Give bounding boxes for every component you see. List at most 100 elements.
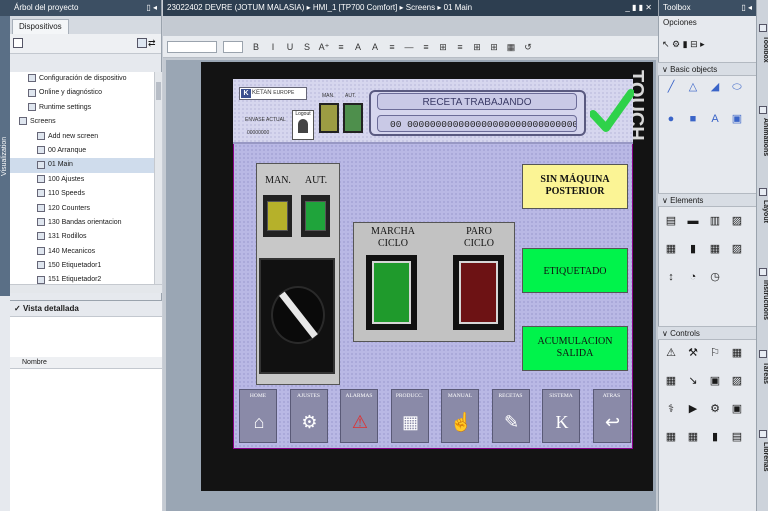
text-tool-icon[interactable]: A xyxy=(708,112,722,126)
bar-icon[interactable]: ▮ xyxy=(686,242,700,256)
symbol-library-icon[interactable]: ▨ xyxy=(730,242,744,256)
format-button[interactable]: A xyxy=(368,40,382,54)
symbolic-io-icon[interactable]: ▥ xyxy=(708,214,722,228)
polygon-tool-icon[interactable]: ◢ xyxy=(708,80,722,94)
format-button[interactable]: I xyxy=(266,40,280,54)
side-tab-3[interactable]: Instructions xyxy=(757,266,768,344)
tree-item[interactable]: Online y diagnóstico xyxy=(10,86,155,100)
size-select[interactable] xyxy=(223,41,243,53)
channel-diag-icon[interactable]: ▣ xyxy=(730,402,744,416)
tree-item[interactable]: 00 Arranque xyxy=(10,144,155,158)
detail-view-header[interactable]: ✓ Vista detallada xyxy=(10,301,162,317)
side-tab-0[interactable]: Toolbox xyxy=(757,22,768,100)
format-button[interactable]: A⁺ xyxy=(317,40,331,54)
tree-item[interactable]: 110 Speeds xyxy=(10,187,155,201)
circle-tool-icon[interactable]: ● xyxy=(664,112,678,126)
tree-item[interactable]: 151 Etiquetador2 xyxy=(10,273,155,284)
side-tab-1[interactable]: Animations xyxy=(757,104,768,182)
side-tab-2[interactable]: Layout xyxy=(757,186,768,264)
sin-maquina-button[interactable]: SIN MÁQUINA POSTERIOR xyxy=(522,164,628,209)
f-trend-icon[interactable]: ▦ xyxy=(664,430,678,444)
line-tool-icon[interactable]: ╱ xyxy=(664,80,678,94)
etiquetado-button[interactable]: ETIQUETADO xyxy=(522,248,628,293)
detail-column-name[interactable]: Nombre xyxy=(10,357,162,369)
nav-button-atras[interactable]: ATRAS ↩ xyxy=(592,389,631,443)
pdf-view-icon[interactable]: ▤ xyxy=(730,430,744,444)
format-button[interactable]: ⊞ xyxy=(470,40,484,54)
format-button[interactable]: S xyxy=(300,40,314,54)
trend-view-icon[interactable]: ⚒ xyxy=(686,346,700,360)
tree-item[interactable]: 130 Bandas orientacion xyxy=(10,216,155,230)
font-select[interactable] xyxy=(167,41,217,53)
nav-button-producc[interactable]: PRODUCC. ▦ xyxy=(390,389,429,443)
tree-item[interactable]: 01 Main xyxy=(10,158,155,173)
user-view-icon[interactable]: ⚐ xyxy=(708,346,722,360)
tree-vertical-scrollbar[interactable] xyxy=(154,72,162,284)
camera-icon[interactable]: ▮ xyxy=(708,430,722,444)
switch-tool-icon[interactable]: ▦ xyxy=(708,242,722,256)
format-button[interactable]: ↺ xyxy=(521,40,535,54)
tree-item[interactable]: Add new screen xyxy=(10,130,155,144)
tree-item[interactable]: 140 Mecanicos xyxy=(10,245,155,259)
date-time-icon[interactable]: ▦ xyxy=(664,242,678,256)
format-button[interactable]: ⊞ xyxy=(487,40,501,54)
tree-item[interactable]: 150 Etiquetador1 xyxy=(10,259,155,273)
options-icons[interactable]: ↖ ⚙ ▮ ⊟ ▸ xyxy=(662,38,752,50)
nav-button-manual[interactable]: MANUAL ☝ xyxy=(441,389,479,443)
status-force-icon[interactable]: ↘ xyxy=(686,374,700,388)
polyline-tool-icon[interactable]: △ xyxy=(686,80,700,94)
format-button[interactable]: ≡ xyxy=(334,40,348,54)
camera-control-icon[interactable]: ▨ xyxy=(730,374,744,388)
nav-button-alarmas[interactable]: ALARMAS ⚠ xyxy=(340,389,378,443)
tree-item[interactable]: Screens xyxy=(10,115,155,129)
paro-button[interactable] xyxy=(453,255,504,330)
side-tab-5[interactable]: Librerías xyxy=(757,428,768,506)
format-button[interactable]: ▦ xyxy=(504,40,518,54)
format-button[interactable]: ⊞ xyxy=(436,40,450,54)
nav-button-sistema[interactable]: SISTEMA K xyxy=(542,389,580,443)
nav-button-home[interactable]: HOME ⌂ xyxy=(239,389,277,443)
clock-icon[interactable]: ◷ xyxy=(708,270,722,284)
ellipse-tool-icon[interactable]: ⬭ xyxy=(730,80,744,94)
scroll-thumb[interactable] xyxy=(156,82,161,100)
add-icon[interactable]: ⇄ xyxy=(148,38,158,48)
acumulacion-button[interactable]: ACUMULACION SALIDA xyxy=(522,326,628,371)
format-button[interactable]: U xyxy=(283,40,297,54)
format-button[interactable]: — xyxy=(402,40,416,54)
rectangle-tool-icon[interactable]: ■ xyxy=(686,112,700,126)
window-controls[interactable]: _ ▮ ▮ ✕ xyxy=(625,0,652,16)
alarm-view-icon[interactable]: ⚠ xyxy=(664,346,678,360)
html-browser-icon[interactable]: ▦ xyxy=(730,346,744,360)
toolbox-controls[interactable]: ▯ ◂ xyxy=(741,0,752,16)
graphic-io-icon[interactable]: ▨ xyxy=(730,214,744,228)
tree-item[interactable]: 100 Ajustes xyxy=(10,173,155,187)
controls-header[interactable]: ∨ Controls xyxy=(658,326,756,340)
panel-controls[interactable]: ▯ ◂ xyxy=(146,0,157,16)
login-button[interactable]: Logout xyxy=(292,110,314,140)
nav-button-ajustes[interactable]: AJUSTES ⚙ xyxy=(289,389,328,443)
system-diagnostic-icon[interactable]: ⚕ xyxy=(664,402,678,416)
basic-objects-header[interactable]: ∨ Basic objects xyxy=(658,62,756,76)
mode-selector-switch[interactable] xyxy=(259,258,335,374)
format-button[interactable]: B xyxy=(249,40,263,54)
recipe-view-icon[interactable]: ▦ xyxy=(664,374,678,388)
nav-button-recetas[interactable]: RECETAS ✎ xyxy=(491,389,530,443)
tree-icon[interactable] xyxy=(13,38,23,48)
slider-icon[interactable]: ↕ xyxy=(664,270,678,284)
format-button[interactable]: A xyxy=(351,40,365,54)
grid-view-icon[interactable] xyxy=(137,38,147,48)
table-view-icon[interactable]: ▦ xyxy=(686,430,700,444)
side-tab-4[interactable]: Tareas xyxy=(757,348,768,426)
visualization-vertical-tab[interactable]: Visualization xyxy=(0,16,10,296)
format-button[interactable]: ≡ xyxy=(385,40,399,54)
tab-dispositivos[interactable]: Dispositivos xyxy=(12,19,69,34)
tree-item[interactable]: Configuración de dispositivo xyxy=(10,72,155,86)
button-tool-icon[interactable]: ▬ xyxy=(686,214,700,228)
format-button[interactable]: ≡ xyxy=(419,40,433,54)
tree-horizontal-scrollbar[interactable] xyxy=(10,284,162,293)
sm-view-icon[interactable]: ▣ xyxy=(708,374,722,388)
graphic-view-icon[interactable]: ▣ xyxy=(730,112,744,126)
tree-item[interactable]: 120 Counters xyxy=(10,202,155,216)
tree-item[interactable]: 131 Rodillos xyxy=(10,230,155,244)
io-field-icon[interactable]: ▤ xyxy=(664,214,678,228)
